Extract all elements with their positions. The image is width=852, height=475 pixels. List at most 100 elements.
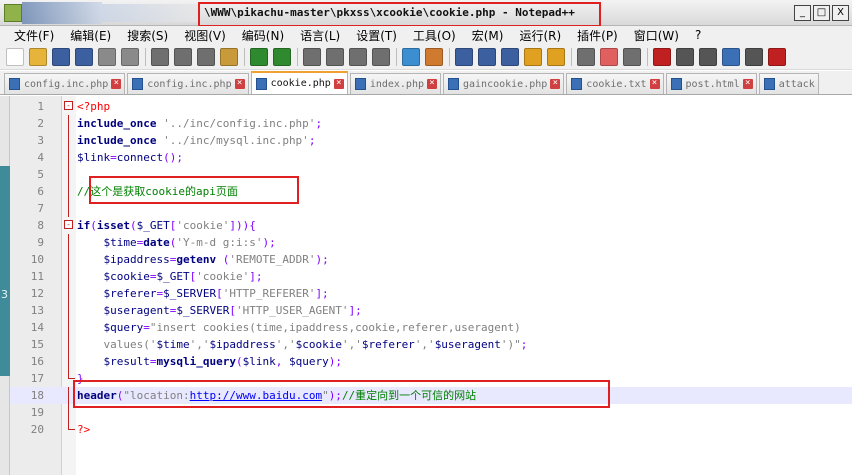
menu-plugins[interactable]: 插件(P) <box>577 27 618 44</box>
file-tab[interactable]: post.html × <box>665 73 757 94</box>
fold-line <box>68 149 69 166</box>
find-icon[interactable] <box>303 47 321 66</box>
all-chars-icon[interactable] <box>478 47 496 66</box>
code-token: values(' <box>77 338 157 351</box>
code-line[interactable]: 10 $ipaddress=getenv ('REMOTE_ADDR'); <box>10 251 852 268</box>
close-icon[interactable] <box>98 47 116 66</box>
menu-edit[interactable]: 编辑(E) <box>70 27 111 44</box>
word-wrap-icon[interactable] <box>455 47 473 66</box>
folder-workspace-icon[interactable] <box>600 47 618 66</box>
menu-window[interactable]: 窗口(W) <box>634 27 679 44</box>
tab-close-icon[interactable]: × <box>427 79 437 89</box>
code-token: if <box>77 219 91 232</box>
record-macro-icon[interactable] <box>653 47 671 66</box>
zoom-in-icon[interactable] <box>349 47 367 66</box>
code-token: ); <box>328 355 342 368</box>
code-line[interactable]: 1 - <?php <box>10 98 852 115</box>
code-line[interactable]: 12 $referer=$_SERVER['HTTP_REFERER']; <box>10 285 852 302</box>
sync-v-icon[interactable] <box>402 47 420 66</box>
spellcheck-icon[interactable] <box>768 47 786 66</box>
monitor-icon[interactable] <box>623 47 641 66</box>
file-tab[interactable]: index.php × <box>349 73 441 94</box>
code-line[interactable]: 11 $cookie=$_GET['cookie']; <box>10 268 852 285</box>
stop-macro-icon[interactable] <box>676 47 694 66</box>
tab-label: post.html <box>685 78 740 90</box>
sync-h-icon[interactable] <box>425 47 443 66</box>
tab-label: index.php <box>369 78 424 90</box>
code-token: $referer <box>103 287 157 300</box>
code-line[interactable]: 14 $query="insert cookies(time,ipaddress… <box>10 319 852 336</box>
copy-icon[interactable] <box>197 47 215 66</box>
code-line[interactable]: 3 include_once '../inc/mysql.inc.php'; <box>10 132 852 149</box>
open-file-icon[interactable] <box>29 47 47 66</box>
print-icon[interactable] <box>151 47 169 66</box>
replace-icon[interactable] <box>326 47 344 66</box>
new-file-icon[interactable] <box>6 47 24 66</box>
menu-macro[interactable]: 宏(M) <box>472 27 504 44</box>
menu-view[interactable]: 视图(V) <box>184 27 226 44</box>
code-token: ]; <box>249 270 263 283</box>
maximize-button[interactable]: □ <box>813 5 830 21</box>
play-multiple-icon[interactable] <box>722 47 740 66</box>
save-all-icon[interactable] <box>75 47 93 66</box>
fold-toggle-icon[interactable]: - <box>64 101 73 110</box>
tab-close-icon[interactable]: × <box>234 79 245 89</box>
menu-help[interactable]: ? <box>695 28 701 42</box>
play-macro-icon[interactable] <box>699 47 717 66</box>
code-line[interactable]: 8 - if(isset($_GET['cookie'])){ <box>10 217 852 234</box>
code-line[interactable]: 20 ?> <box>10 421 852 438</box>
paste-icon[interactable] <box>220 47 238 66</box>
undo-icon[interactable] <box>250 47 268 66</box>
tab-close-icon[interactable]: × <box>550 79 561 89</box>
close-all-icon[interactable] <box>121 47 139 66</box>
code-line[interactable]: 4 $link=connect(); <box>10 149 852 166</box>
tab-close-icon[interactable]: × <box>333 78 344 89</box>
tab-close-icon[interactable]: × <box>649 79 660 89</box>
menu-settings[interactable]: 设置(T) <box>356 27 397 44</box>
window-controls: _ □ X <box>794 5 849 21</box>
menu-tools[interactable]: 工具(O) <box>413 27 456 44</box>
line-number: 3 <box>37 134 44 147</box>
code-text: $cookie=$_GET['cookie']; <box>77 268 263 285</box>
menu-encoding[interactable]: 编码(N) <box>242 27 284 44</box>
function-list-icon[interactable] <box>577 47 595 66</box>
file-tab[interactable]: cookie.txt × <box>566 73 664 94</box>
code-line[interactable]: 13 $useragent=$_SERVER['HTTP_USER_AGENT'… <box>10 302 852 319</box>
fold-line <box>68 387 69 404</box>
zoom-out-icon[interactable] <box>372 47 390 66</box>
menu-search[interactable]: 搜索(S) <box>127 27 168 44</box>
file-tab[interactable]: config.inc.php × <box>4 73 126 94</box>
lang-icon[interactable] <box>524 47 542 66</box>
file-tab[interactable]: attack <box>758 73 819 94</box>
close-window-button[interactable]: X <box>832 5 849 21</box>
tab-label: config.inc.php <box>24 78 109 90</box>
minimize-button[interactable]: _ <box>794 5 811 21</box>
code-line[interactable]: 15 values('$time','$ipaddress','$cookie'… <box>10 336 852 353</box>
indent-guide-icon[interactable] <box>501 47 519 66</box>
code-line[interactable]: 9 $time=date('Y-m-d g:i:s'); <box>10 234 852 251</box>
code-token: $ipaddress <box>209 338 276 351</box>
tab-close-icon[interactable]: × <box>742 79 753 89</box>
file-tab[interactable]: config.inc.php × <box>127 73 249 94</box>
tab-label: config.inc.php <box>147 78 232 90</box>
code-token: ?> <box>77 423 91 436</box>
tab-label: cookie.php <box>270 78 331 89</box>
file-tab[interactable]: gaincookie.php × <box>443 73 565 94</box>
code-text: $query="insert cookies(time,ipaddress,co… <box>77 319 521 336</box>
menu-language[interactable]: 语言(L) <box>300 27 340 44</box>
cut-icon[interactable] <box>174 47 192 66</box>
code-line[interactable]: 2 include_once '../inc/config.inc.php'; <box>10 115 852 132</box>
file-tab[interactable]: cookie.php × <box>250 71 348 94</box>
save-icon[interactable] <box>52 47 70 66</box>
tab-close-icon[interactable]: × <box>111 79 122 89</box>
menu-file[interactable]: 文件(F) <box>14 27 54 44</box>
code-line[interactable]: 16 $result=mysqli_query($link, $query); <box>10 353 852 370</box>
code-token: mysqli_query <box>156 355 236 368</box>
menu-run[interactable]: 运行(R) <box>519 27 561 44</box>
save-macro-icon[interactable] <box>745 47 763 66</box>
doc-map-icon[interactable] <box>547 47 565 66</box>
code-text: $useragent=$_SERVER['HTTP_USER_AGENT']; <box>77 302 362 319</box>
redo-icon[interactable] <box>273 47 291 66</box>
fold-toggle-icon[interactable]: - <box>64 220 73 229</box>
fold-line <box>68 115 69 132</box>
